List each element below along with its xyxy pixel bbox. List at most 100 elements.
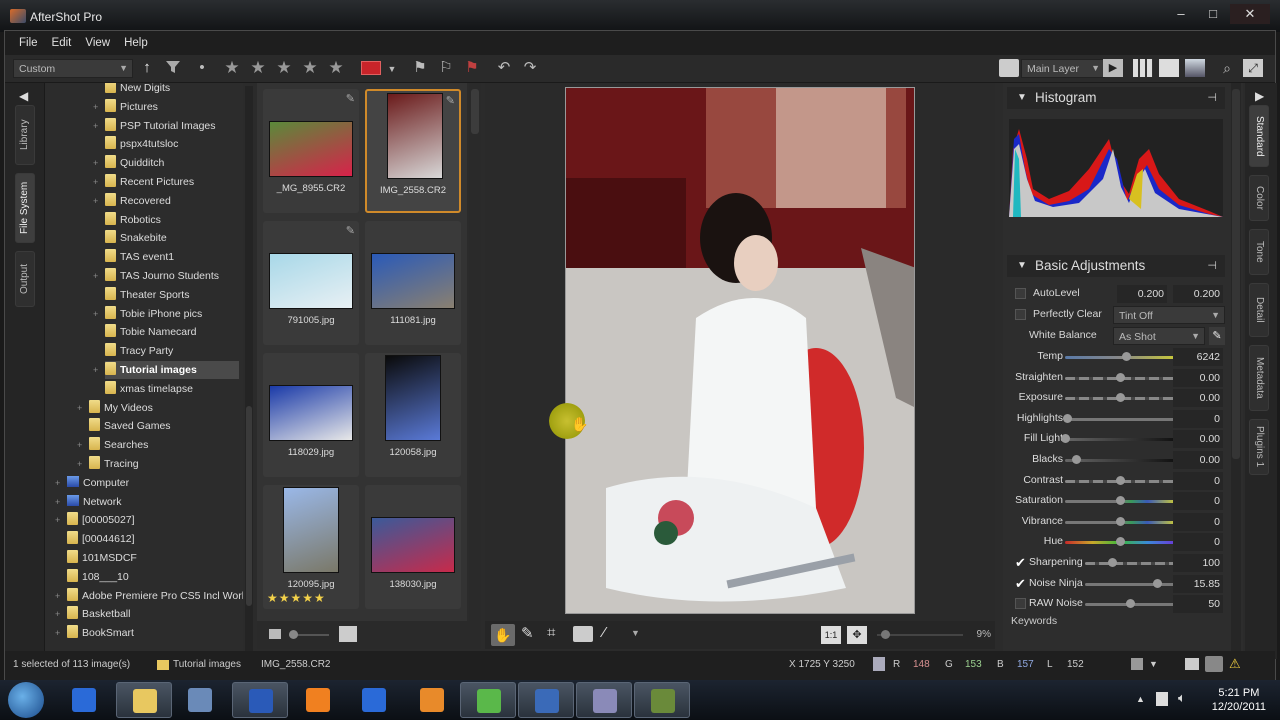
slider-knob[interactable] [1108,558,1117,567]
tab-color[interactable]: Color [1249,175,1269,221]
taskbar-video-camera-app[interactable] [634,682,690,718]
slider-value[interactable]: 100 [1173,554,1223,572]
thumbnail-image[interactable] [387,93,443,179]
white-balance-picker-icon[interactable]: ✎ [1209,327,1225,345]
rotate-right-icon[interactable]: ↷ [519,59,541,77]
slider-value[interactable]: 0.00 [1173,430,1223,449]
tools-dropdown-icon[interactable]: ▼ [631,628,640,638]
taskbar-paint-app[interactable] [172,682,228,718]
slider-knob[interactable] [1116,496,1125,506]
tab-plugins-1[interactable]: Plugins 1 [1249,419,1269,475]
tab-standard[interactable]: Standard [1249,105,1269,167]
expand-toggle[interactable]: + [77,459,82,469]
tree-item[interactable]: Tobie Namecard [105,323,196,341]
thumbnail-size-knob[interactable] [289,630,298,639]
tree-item[interactable]: Quidditch [105,154,164,172]
autolevel-checkbox[interactable] [1015,288,1026,299]
thumbnail-image[interactable] [269,253,353,309]
maximize-button[interactable]: □ [1200,4,1226,24]
tree-item[interactable]: Saved Games [89,417,171,435]
slider-knob[interactable] [1063,413,1073,423]
slider-value[interactable]: 0 [1173,409,1223,428]
tab-library[interactable]: Library [15,105,35,165]
zoom-1to1-button[interactable]: 1:1 [821,626,841,644]
expand-toggle[interactable]: + [93,365,98,375]
batch-icon[interactable] [1131,658,1143,670]
tree-item[interactable]: Recent Pictures [105,173,194,191]
thumbnail-cell[interactable]: IMG_2558.CR2 ✎ [365,89,461,213]
expand-toggle[interactable]: + [55,478,60,488]
thumbnail-cell[interactable]: 120058.jpg [365,353,461,477]
tree-item[interactable]: Network [67,493,122,511]
menu-help[interactable]: Help [124,37,148,49]
thumbnail-image[interactable] [283,487,339,573]
tree-item[interactable]: Adobe Premiere Pro CS5 Incl Worki [67,587,243,605]
tree-item[interactable]: Snakebite [105,229,167,247]
main-photo[interactable] [565,87,915,614]
expand-toggle[interactable]: + [93,102,98,112]
single-view-icon[interactable] [1185,59,1205,77]
expand-toggle[interactable]: + [55,591,60,601]
tree-item[interactable]: [00044612] [67,530,135,548]
lock-icon[interactable] [1205,656,1223,672]
tab-tone[interactable]: Tone [1249,229,1269,275]
slider-knob[interactable] [1072,455,1081,464]
pin-icon[interactable]: ⊣ [1207,255,1217,277]
taskbar-internet-explorer[interactable] [56,682,112,718]
expand-toggle[interactable]: + [93,121,98,131]
tree-item[interactable]: Basketball [67,605,130,623]
slideshow-icon[interactable]: ▶ [1103,59,1123,77]
menu-view[interactable]: View [85,37,110,49]
flag-checker-icon[interactable]: ⚐ [437,59,455,77]
fullscreen-icon[interactable]: ⤢ [1243,59,1263,77]
slider-knob[interactable] [1116,372,1125,382]
thumbnail-image[interactable] [385,355,441,441]
slider-knob[interactable] [1061,434,1070,444]
eyedropper-tool-icon[interactable]: ✎ [521,624,534,642]
slider-track[interactable] [1065,459,1175,462]
slider-value[interactable]: 0 [1173,471,1223,490]
expand-toggle[interactable]: + [93,177,98,187]
tree-item[interactable]: Searches [89,436,148,454]
adjustments-scrollbar-thumb[interactable] [1232,89,1240,459]
tree-item[interactable]: My Videos [89,399,153,417]
slider-value[interactable]: 50 [1173,595,1223,614]
thumbnail-scrollbar-thumb[interactable] [471,89,479,134]
histogram-header[interactable]: ▼ Histogram ⊣ [1007,87,1225,109]
tree-item[interactable]: BookSmart [67,624,134,642]
tab-metadata[interactable]: Metadata [1249,345,1269,411]
slider-track[interactable] [1085,562,1175,565]
perfectly-clear-checkbox[interactable] [1015,309,1026,320]
tree-item[interactable]: [00005027] [67,511,135,529]
power-tray-icon[interactable] [1156,692,1168,706]
tree-item[interactable]: Recovered [105,192,171,210]
slider-value[interactable]: 0.00 [1173,368,1223,387]
adjustments-scrollbar[interactable] [1231,83,1241,659]
image-viewer[interactable]: ✋ [485,83,995,623]
slider-track[interactable] [1065,438,1175,442]
rating-clear-dot[interactable]: • [197,59,207,77]
tree-item[interactable]: xmas timelapse [105,380,193,398]
tree-item[interactable]: PSP Tutorial Images [105,117,216,135]
expand-toggle[interactable]: + [93,309,98,319]
crop-tool-icon[interactable]: ⌗ [547,624,555,641]
zoom-search-icon[interactable]: ⌕ [1217,59,1237,77]
thumbnail-image[interactable] [371,253,455,309]
thumbnail-cell[interactable]: _MG_8955.CR2 ✎ [263,89,359,213]
slider-track[interactable] [1065,417,1175,421]
start-button[interactable] [8,682,44,718]
thumbnail-cell[interactable]: 111081.jpg [365,221,461,345]
slider-knob[interactable] [1126,599,1135,609]
expand-toggle[interactable]: + [77,440,82,450]
rotate-left-icon[interactable]: ↶ [493,59,515,77]
taskbar-internet-explorer-2[interactable] [346,682,402,718]
slider-knob[interactable] [1121,352,1131,361]
slider-value[interactable]: 0.00 [1173,451,1223,469]
slider-knob[interactable] [1153,578,1162,588]
tree-item[interactable]: Tobie iPhone pics [105,305,202,323]
slider-knob[interactable] [1116,475,1125,485]
autolevel-low-value[interactable]: 0.200 [1117,285,1167,303]
tray-expand-icon[interactable]: ▲ [1136,694,1145,704]
filter-icon[interactable] [163,59,183,80]
taskbar-vlc[interactable] [290,682,346,718]
